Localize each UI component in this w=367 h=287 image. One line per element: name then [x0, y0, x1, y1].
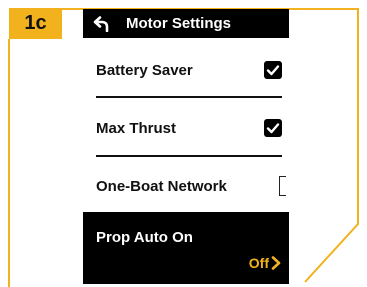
device-screen: Motor Settings Battery Saver Max Thrust …	[83, 9, 289, 287]
step-badge: 1c	[9, 8, 62, 39]
setting-row-battery-saver[interactable]: Battery Saver	[96, 60, 282, 80]
setting-label: One-Boat Network	[96, 177, 227, 195]
instruction-panel: 1c Motor Settings Battery Saver Max Thru…	[0, 0, 367, 287]
chevron-right-icon	[271, 256, 281, 270]
setting-label: Battery Saver	[96, 61, 193, 79]
checkmark-icon	[266, 123, 280, 134]
max-thrust-checkbox[interactable]	[264, 119, 282, 137]
value-text: Off	[248, 255, 269, 271]
setting-row-prop-auto-on[interactable]: Prop Auto On Off	[83, 212, 289, 284]
setting-row-one-boat-network[interactable]: One-Boat Network	[96, 176, 286, 196]
screen-title: Motor Settings	[126, 15, 231, 32]
divider	[96, 96, 282, 98]
prop-auto-on-value[interactable]: Off	[249, 255, 281, 271]
setting-label: Prop Auto On	[96, 229, 193, 246]
checkmark-icon	[266, 65, 280, 76]
battery-saver-checkbox[interactable]	[264, 61, 282, 79]
divider	[96, 155, 282, 157]
setting-row-max-thrust[interactable]: Max Thrust	[96, 118, 282, 138]
title-bar: Motor Settings	[83, 9, 289, 38]
back-arrow-icon	[93, 15, 109, 32]
setting-label: Max Thrust	[96, 119, 177, 137]
one-boat-network-checkbox[interactable]	[279, 176, 286, 196]
back-button[interactable]	[92, 9, 114, 38]
